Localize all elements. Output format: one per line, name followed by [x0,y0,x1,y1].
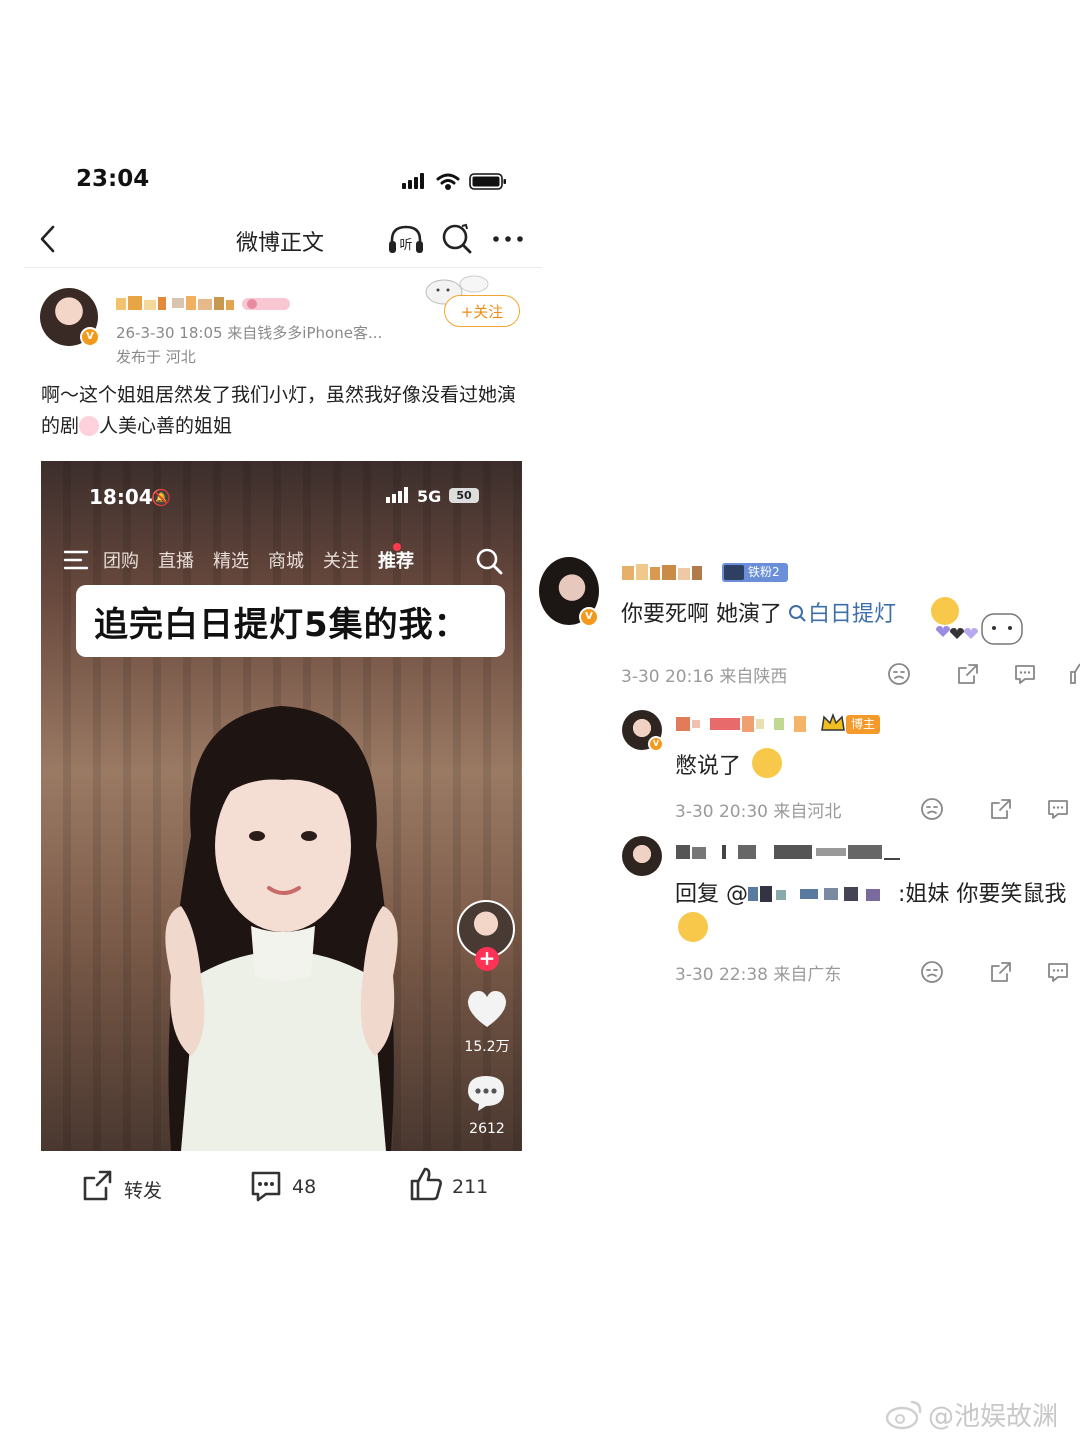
comment-text: 回复 @ :姐妹 你要笑鼠我 [675,876,1066,908]
wifi-icon [436,173,460,190]
thumbs-up-icon[interactable] [408,1166,444,1202]
post-timestamp-source: 26-3-30 18:05 来自钱多多iPhone客... [116,324,383,342]
like-count[interactable]: 211 [452,1176,488,1198]
comment-text-prefix: 你要死啊 她演了 [621,602,782,627]
video-thumbnail[interactable]: 18:04 🔕 5G 50 团购 直播 精选 商城 关注 推荐 追完白日提灯5集… [41,461,522,1151]
comment-text: 你要死啊 她演了 白日提灯 [621,596,896,628]
reply-suffix: :姐妹 你要笑鼠我 [898,882,1067,907]
video-tab: 直播 [158,551,194,572]
page-title: 微博正文 [236,231,325,256]
divider [24,267,542,268]
more-options-icon[interactable] [490,226,526,252]
comment-icon[interactable] [248,1168,284,1204]
video-tab-active: 推荐 [378,551,414,572]
svg-text:听: 听 [399,238,412,253]
author-name-pixelated[interactable] [116,296,292,312]
commenter-name-pixelated[interactable] [676,842,902,862]
video-signal-icon [386,487,408,503]
video-follow-plus-icon: + [475,947,499,971]
listen-headphones-icon[interactable]: 听 [386,222,426,256]
dislike-face-icon[interactable] [920,797,944,821]
post-text-part2: 人美心善的姐姐 [99,415,233,437]
fan-rank-icon [724,565,744,580]
video-caption: 追完白日提灯5集的我： [76,585,505,657]
comment-meta: 3-30 20:16 来自陕西 [621,667,788,687]
video-heart-icon [467,991,507,1027]
mention-name-pixelated[interactable] [748,884,898,904]
video-tab: 商城 [268,551,304,572]
video-search-icon [476,548,503,575]
reply-prefix: 回复 @ [675,882,748,907]
mute-bell-icon: 🔕 [151,488,171,507]
reply-icon[interactable] [1046,960,1070,984]
video-tab: 关注 [323,551,359,572]
video-tabs: 团购 直播 精选 商城 关注 推荐 [103,547,433,575]
search-icon[interactable] [440,222,474,256]
cellular-signal-icon [402,173,424,189]
verified-badge-icon: V [579,607,599,627]
repost-button[interactable]: 转发 [124,1176,162,1203]
weibo-logo-icon [885,1400,922,1430]
status-icons [402,173,506,190]
dislike-face-icon[interactable] [920,960,944,984]
comment-avatar[interactable] [622,836,662,876]
status-time: 23:04 [76,166,150,192]
crown-icon [821,712,845,731]
follow-button[interactable]: +关注 [444,295,520,327]
dislike-face-icon[interactable] [887,662,911,686]
video-person-illustration [165,706,398,1151]
commenter-name-pixelated[interactable] [622,563,714,583]
crying-emoji-icon [752,748,782,778]
comment-meta: 3-30 20:30 来自河北 [675,802,842,822]
topic-link[interactable]: 白日提灯 [808,602,896,627]
notification-dot [393,543,401,551]
share-icon[interactable] [989,960,1013,984]
reply-icon[interactable] [1046,797,1070,821]
laughing-emoji-icon [678,912,708,942]
share-icon[interactable] [956,662,980,686]
verified-badge-icon: V [648,736,664,752]
video-like-count: 15.2万 [464,1039,510,1055]
comment-like-icon[interactable] [1068,662,1080,686]
back-arrow-icon[interactable] [36,222,60,256]
comment-meta: 3-30 22:38 来自广东 [675,965,842,985]
video-tab: 精选 [213,551,249,572]
share-icon[interactable] [989,797,1013,821]
repost-icon[interactable] [80,1168,116,1204]
battery-icon [469,173,506,190]
watermark-text: @池娱故渊 [928,1402,1059,1432]
topic-search-icon [789,605,806,622]
video-status-time: 18:04 [89,485,153,509]
video-network-label: 5G [417,487,442,506]
video-comment-icon [468,1076,504,1111]
video-battery-icon: 50 [449,488,479,503]
post-text: 啊～这个姐姐居然发了我们小灯，虽然我好像没看过她演的剧 人美心善的姐姐 [41,380,531,442]
author-tag: 博主 [846,715,880,734]
video-tab: 团购 [103,551,139,572]
bunny-emoji-icon [79,416,100,436]
post-location: 发布于 河北 [116,348,196,366]
bunny-hearts-sticker-icon [936,613,1023,645]
menu-icon [63,550,89,570]
video-comment-count: 2612 [469,1121,505,1137]
commenter-name-pixelated[interactable] [676,714,812,734]
comment-count[interactable]: 48 [292,1176,316,1198]
comment-text: 憋说了 [675,754,742,779]
reply-icon[interactable] [1013,662,1037,686]
verified-badge-icon: V [80,327,100,347]
